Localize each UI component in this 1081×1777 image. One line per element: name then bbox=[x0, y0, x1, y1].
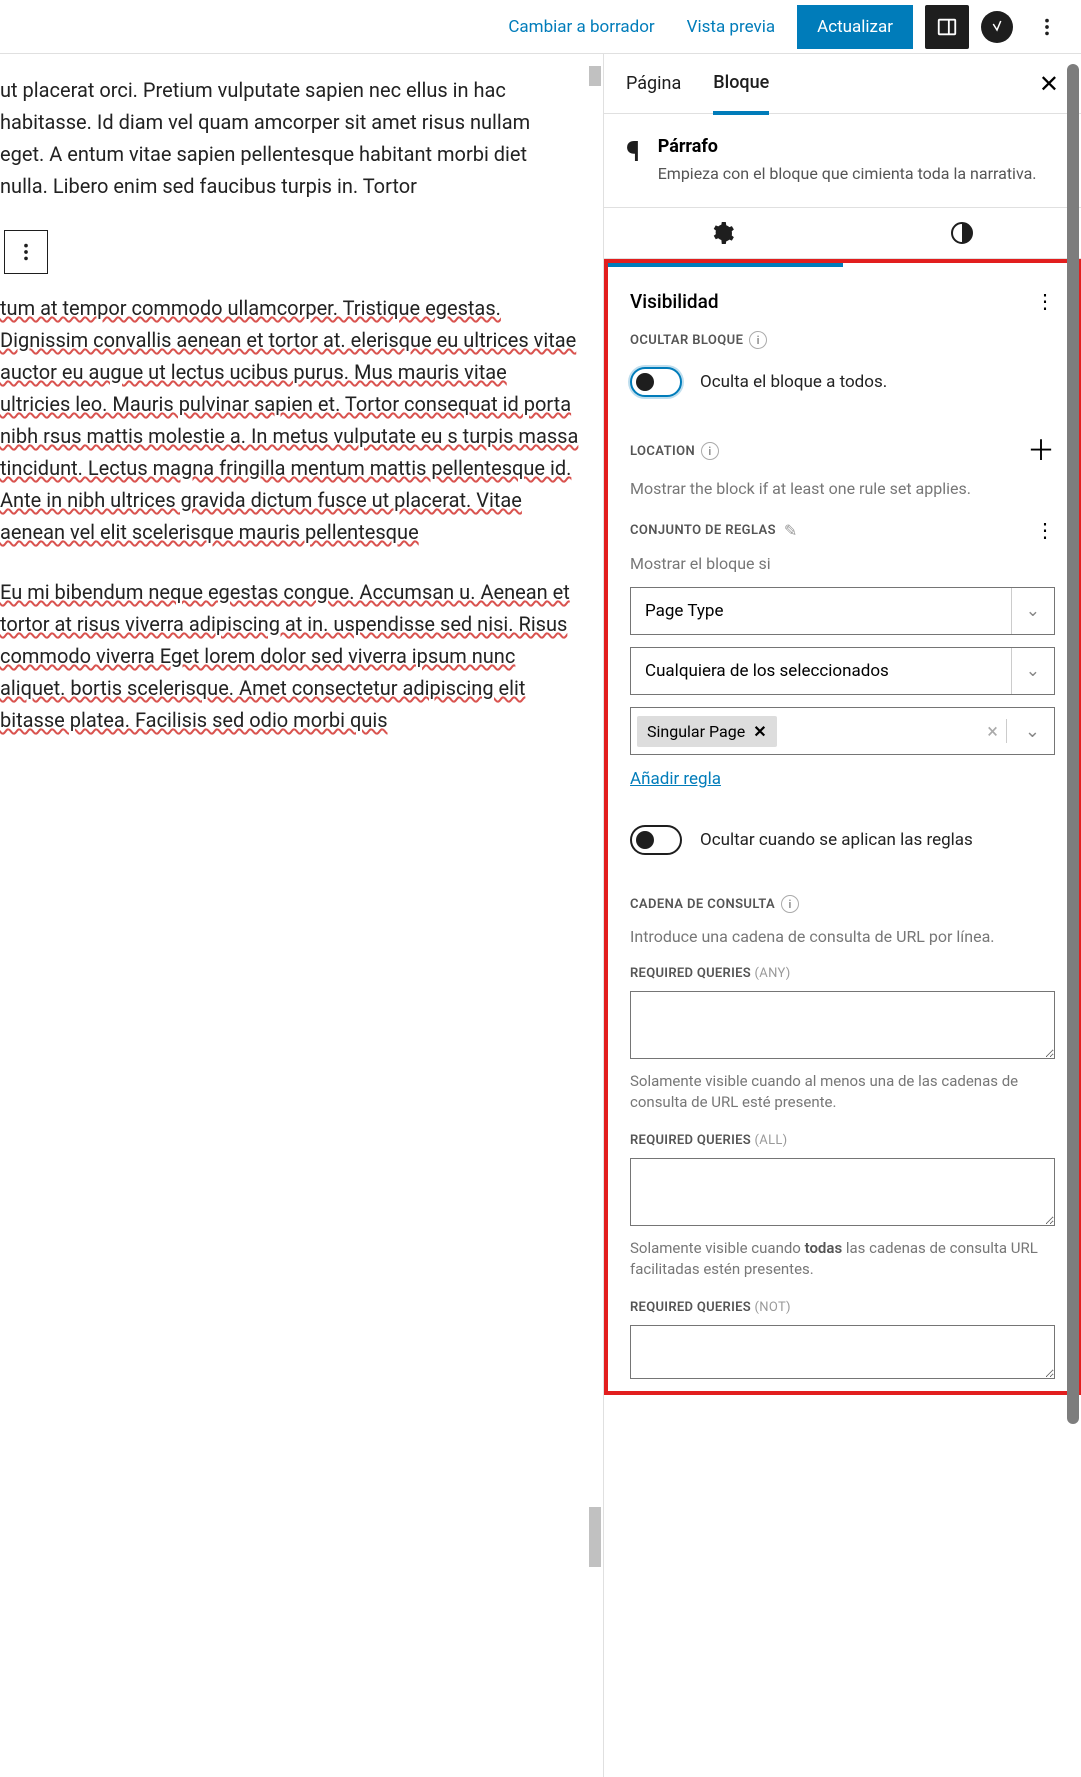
chip-singular-page: Singular Page ✕ bbox=[637, 716, 777, 747]
update-button[interactable]: Actualizar bbox=[797, 5, 913, 49]
chevron-down-icon: ⌄ bbox=[1011, 588, 1040, 634]
settings-sidebar: Página Bloque ✕ ¶ Párrafo Empieza con el… bbox=[603, 54, 1081, 1777]
switch-draft-link[interactable]: Cambiar a borrador bbox=[498, 9, 664, 45]
clear-all-icon[interactable]: × bbox=[979, 719, 1007, 743]
add-rule-link[interactable]: Añadir regla bbox=[630, 769, 721, 789]
block-type-name: Párrafo bbox=[658, 136, 1037, 157]
block-subnav bbox=[604, 208, 1081, 259]
hide-when-rules-toggle[interactable] bbox=[630, 825, 682, 855]
rule-operator-select[interactable]: Cualquiera de los seleccionados ⌄ bbox=[630, 647, 1055, 695]
query-string-label: CADENA DE CONSULTA i bbox=[630, 895, 1055, 913]
edit-ruleset-icon[interactable]: ✎ bbox=[784, 521, 797, 540]
block-type-desc: Empieza con el bloque que cimienta toda … bbox=[658, 163, 1037, 185]
sidebar-tabs: Página Bloque ✕ bbox=[604, 54, 1081, 114]
add-location-button[interactable]: ＋ bbox=[1027, 437, 1055, 465]
required-all-textarea[interactable] bbox=[630, 1158, 1055, 1226]
paragraph-block[interactable]: ut placerat orci. Pretium vulputate sapi… bbox=[0, 74, 579, 202]
sidebar-scrollbar[interactable] bbox=[1067, 64, 1079, 1424]
yoast-icon[interactable] bbox=[981, 11, 1013, 43]
top-bar: Cambiar a borrador Vista previa Actualiz… bbox=[0, 0, 1081, 54]
required-any-label: REQUIRED QUERIES (ANY) bbox=[630, 966, 1055, 981]
hide-block-toggle-label: Oculta el bloque a todos. bbox=[700, 372, 887, 392]
required-any-help: Solamente visible cuando al menos una de… bbox=[630, 1071, 1055, 1113]
info-icon[interactable]: i bbox=[781, 895, 799, 913]
block-header: ¶ Párrafo Empieza con el bloque que cimi… bbox=[604, 114, 1081, 208]
hide-when-rules-label: Ocultar cuando se aplican las reglas bbox=[700, 830, 973, 850]
required-all-label: REQUIRED QUERIES (ALL) bbox=[630, 1133, 1055, 1148]
tab-page[interactable]: Página bbox=[626, 55, 681, 112]
subnav-settings[interactable] bbox=[604, 208, 843, 258]
close-sidebar-icon[interactable]: ✕ bbox=[1039, 70, 1059, 98]
show-if-label: Mostrar el bloque si bbox=[630, 554, 1055, 573]
visibility-title: Visibilidad bbox=[630, 290, 719, 313]
location-help: Mostrar the block if at least one rule s… bbox=[630, 479, 1055, 498]
info-icon[interactable]: i bbox=[701, 442, 719, 460]
editor-canvas[interactable]: ut placerat orci. Pretium vulputate sapi… bbox=[0, 54, 603, 1777]
query-intro: Introduce una cadena de consulta de URL … bbox=[630, 927, 1055, 946]
hide-block-toggle[interactable] bbox=[630, 367, 682, 397]
chip-remove-icon[interactable]: ✕ bbox=[753, 722, 766, 741]
chevron-down-icon: ⌄ bbox=[1011, 648, 1040, 694]
paragraph-icon: ¶ bbox=[626, 138, 640, 185]
visibility-menu-icon[interactable]: ⋮ bbox=[1035, 289, 1055, 313]
required-all-help: Solamente visible cuando todas las caden… bbox=[630, 1238, 1055, 1280]
required-not-textarea[interactable] bbox=[630, 1325, 1055, 1379]
rule-type-select[interactable]: Page Type ⌄ bbox=[630, 587, 1055, 635]
required-not-label: REQUIRED QUERIES (NOT) bbox=[630, 1300, 1055, 1315]
info-icon[interactable]: i bbox=[749, 331, 767, 349]
hide-block-label: OCULTAR BLOQUE i bbox=[630, 331, 1055, 349]
preview-link[interactable]: Vista previa bbox=[677, 9, 785, 45]
subnav-styles[interactable] bbox=[843, 208, 1081, 258]
location-label: LOCATION i bbox=[630, 442, 719, 460]
chevron-down-icon[interactable]: ⌄ bbox=[1017, 721, 1048, 742]
ruleset-menu-icon[interactable]: ⋮ bbox=[1035, 518, 1055, 542]
rule-value-select[interactable]: Singular Page ✕ × ⌄ bbox=[630, 707, 1055, 755]
sidebar-toggle-icon[interactable] bbox=[925, 5, 969, 49]
paragraph-block[interactable]: tum at tempor commodo ullamcorper. Trist… bbox=[0, 292, 579, 548]
paragraph-block[interactable]: Eu mi bibendum neque egestas congue. Acc… bbox=[0, 576, 579, 736]
visibility-panel-highlight: Visibilidad ⋮ OCULTAR BLOQUE i Oculta el… bbox=[604, 259, 1081, 1395]
ruleset-label: CONJUNTO DE REGLAS bbox=[630, 523, 776, 538]
editor-scrollbar[interactable] bbox=[589, 66, 603, 1777]
required-any-textarea[interactable] bbox=[630, 991, 1055, 1059]
tab-block[interactable]: Bloque bbox=[713, 54, 769, 115]
options-menu-icon[interactable] bbox=[1025, 5, 1069, 49]
block-options-icon[interactable] bbox=[4, 230, 48, 274]
